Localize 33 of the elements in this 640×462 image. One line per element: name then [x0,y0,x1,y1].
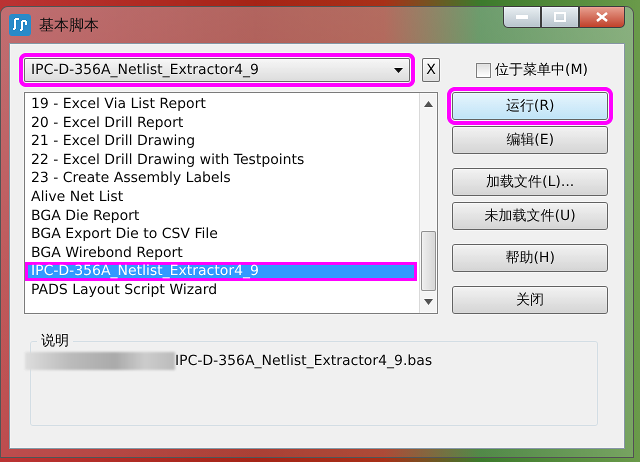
menu-checkbox[interactable]: 位于菜单中(M) [476,61,588,79]
app-icon [9,14,31,36]
list-item[interactable]: PADS Layout Script Wizard [29,280,420,300]
group-title: 说明 [40,332,70,350]
list-item[interactable]: 20 - Excel Drill Report [29,114,420,132]
scroll-up-icon[interactable] [424,101,434,107]
action-button[interactable]: 关闭 [452,286,608,314]
minimize-button[interactable] [503,6,541,28]
description-text: IPC-D-356A_Netlist_Extractor4_9.bas [175,353,432,369]
minimize-icon [516,15,528,19]
dropdown-arrow-icon [394,68,403,72]
action-button[interactable]: 加载文件(L)... [452,168,608,196]
scrollbar[interactable] [419,93,438,313]
action-button[interactable]: 未加载文件(U) [452,202,608,230]
maximize-button[interactable] [541,6,579,28]
list-item[interactable]: 19 - Excel Via List Report [29,95,420,114]
scroll-thumb[interactable] [421,231,436,291]
window-title: 基本脚本 [39,16,100,34]
list-item[interactable]: 23 - Create Assembly Labels [29,169,420,188]
maximize-icon [554,12,566,22]
close-button[interactable] [579,6,625,28]
list-item[interactable]: 22 - Excel Drill Drawing with Testpoints [29,150,420,170]
list-item[interactable]: 21 - Excel Drill Drawing [29,132,420,151]
close-icon [596,12,608,22]
list-item[interactable]: BGA Die Report [29,206,420,226]
list-item[interactable]: BGA Wirebond Report [29,244,420,262]
clear-button[interactable]: X [422,58,440,82]
scroll-down-icon[interactable] [424,299,434,305]
list-item[interactable]: Alive Net List [29,188,420,207]
action-button[interactable]: 编辑(E) [452,126,608,154]
checkbox[interactable] [476,62,491,78]
action-button[interactable]: 帮助(H) [452,244,608,272]
list-item[interactable]: BGA Export Die to CSV File [29,225,420,244]
